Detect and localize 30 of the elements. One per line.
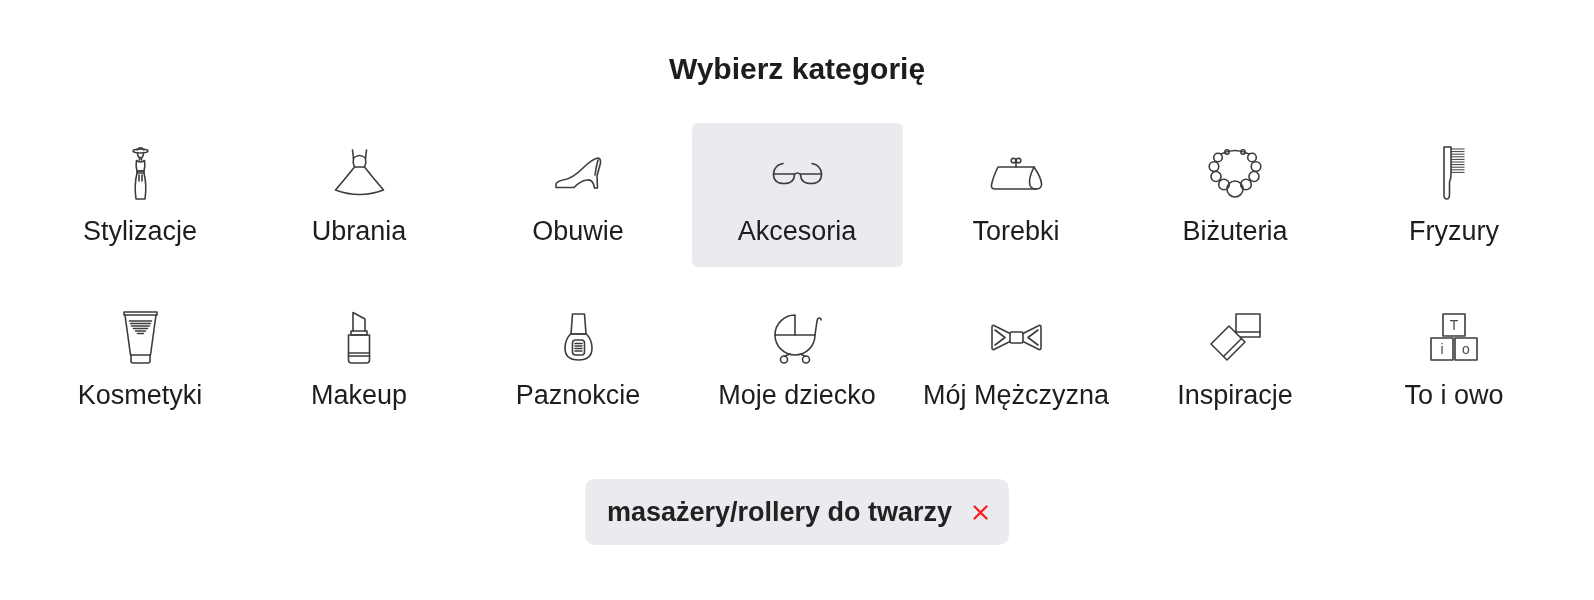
bow-tie-icon bbox=[990, 323, 1042, 351]
category-button[interactable]: T i o To i owo bbox=[1348, 287, 1560, 431]
comb-icon bbox=[1442, 146, 1466, 200]
category-button[interactable]: Biżuteria bbox=[1129, 123, 1341, 267]
section-title: Wybierz kategorię bbox=[668, 51, 926, 87]
category-button[interactable]: Kosmetyki bbox=[34, 287, 246, 431]
category-button[interactable]: Stylizacje bbox=[34, 123, 246, 267]
remove-filter-button[interactable] bbox=[973, 504, 989, 520]
nail-polish-icon bbox=[563, 313, 593, 361]
glasses-icon bbox=[771, 161, 823, 185]
category-button[interactable]: Mój Mężczyzna bbox=[910, 287, 1122, 431]
lipstick-icon bbox=[347, 310, 371, 364]
necklace-icon bbox=[1208, 148, 1262, 198]
category-button[interactable]: Obuwie bbox=[472, 123, 684, 267]
category-button[interactable]: Makeup bbox=[253, 287, 465, 431]
photo-cards-icon bbox=[1209, 313, 1261, 361]
clutch-bag-icon bbox=[989, 156, 1043, 190]
woman-figure-icon bbox=[129, 145, 151, 201]
filter-tag-label: masażery/rollery do twarzy bbox=[606, 496, 953, 528]
high-heel-icon bbox=[554, 157, 602, 189]
close-icon bbox=[973, 504, 989, 520]
category-button[interactable]: Akcesoria bbox=[691, 123, 903, 267]
dress-icon bbox=[333, 149, 385, 197]
category-button[interactable]: Paznokcie bbox=[472, 287, 684, 431]
category-button[interactable]: Ubrania bbox=[253, 123, 465, 267]
cream-tube-icon bbox=[122, 310, 158, 364]
category-button[interactable]: Torebki bbox=[910, 123, 1122, 267]
category-button[interactable]: Moje dziecko bbox=[691, 287, 903, 431]
category-button[interactable]: Fryzury bbox=[1348, 123, 1560, 267]
category-button[interactable]: Inspiracje bbox=[1129, 287, 1341, 431]
